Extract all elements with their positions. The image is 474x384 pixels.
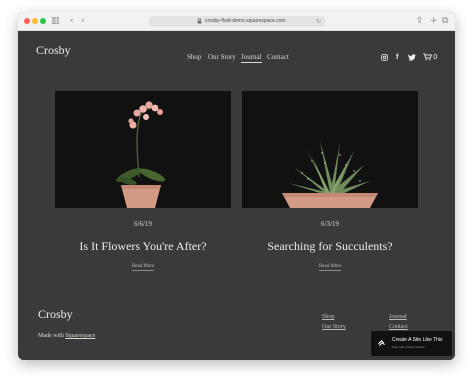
- footer-logo[interactable]: Crosby: [38, 307, 73, 322]
- read-more-label[interactable]: Read More: [131, 264, 155, 271]
- badge-subtitle: Free trial. Instant access.: [392, 345, 426, 349]
- post-date: 6/3/19: [321, 220, 339, 228]
- post-image-orchid[interactable]: [55, 91, 231, 208]
- site-page: Crosby Shop Our Story Journal Contact f …: [18, 31, 455, 360]
- address-bar-url: crosby-fluid-demo.squarespace.com: [205, 18, 286, 24]
- tabs-icon[interactable]: ⧉: [442, 15, 448, 27]
- footer-link-contact[interactable]: Contact: [389, 324, 408, 330]
- footer-link-shop[interactable]: Shop: [322, 314, 334, 320]
- post-title[interactable]: Is It Flowers You're After?: [55, 239, 231, 254]
- browser-toolbar: ▥ ‹ › crosby-fluid-demo.squarespace.com …: [18, 12, 455, 31]
- cart-count: 0: [433, 53, 438, 61]
- back-icon[interactable]: ‹: [70, 15, 74, 27]
- lock-icon: [197, 18, 202, 24]
- site-logo[interactable]: Crosby: [36, 43, 71, 58]
- new-tab-icon[interactable]: +: [430, 15, 438, 27]
- nav-our-story[interactable]: Our Story: [208, 53, 236, 61]
- nav-contact[interactable]: Contact: [267, 53, 289, 61]
- minimize-window-button[interactable]: [32, 18, 38, 24]
- footer-link-journal[interactable]: Journal: [389, 314, 407, 320]
- address-bar[interactable]: crosby-fluid-demo.squarespace.com ↻: [149, 16, 325, 27]
- twitter-icon[interactable]: [408, 54, 416, 61]
- sidebar-icon[interactable]: ▥: [51, 15, 60, 27]
- made-with-text: Made with Squarespace: [38, 333, 95, 339]
- post-title[interactable]: Searching for Succulents?: [242, 239, 418, 254]
- forward-icon[interactable]: ›: [81, 15, 85, 27]
- reload-icon[interactable]: ↻: [316, 16, 321, 27]
- browser-window: ▥ ‹ › crosby-fluid-demo.squarespace.com …: [18, 12, 455, 360]
- footer-link-our-story[interactable]: Our Story: [322, 324, 346, 330]
- post-date: 6/6/19: [134, 220, 152, 228]
- instagram-icon[interactable]: [381, 54, 388, 61]
- cart-icon[interactable]: [423, 53, 432, 61]
- share-icon[interactable]: ⇪: [416, 15, 424, 27]
- nav-shop[interactable]: Shop: [187, 53, 201, 61]
- post-image-succulent[interactable]: [242, 91, 418, 208]
- made-with-label: Made with: [38, 333, 64, 339]
- facebook-icon[interactable]: f: [396, 53, 398, 62]
- create-site-badge[interactable]: Create A Site Like This Free trial. Inst…: [371, 331, 452, 356]
- squarespace-link[interactable]: Squarespace: [65, 333, 95, 339]
- close-window-button[interactable]: [24, 18, 30, 24]
- maximize-window-button[interactable]: [40, 18, 46, 24]
- nav-journal[interactable]: Journal: [241, 53, 262, 63]
- read-more-link[interactable]: Read More: [242, 264, 418, 271]
- succulent-image: [242, 91, 418, 208]
- squarespace-logo-icon: [378, 340, 385, 346]
- orchid-image: [55, 91, 231, 208]
- read-more-link[interactable]: Read More: [55, 264, 231, 271]
- badge-title: Create A Site Like This: [392, 337, 443, 343]
- read-more-label[interactable]: Read More: [318, 264, 342, 271]
